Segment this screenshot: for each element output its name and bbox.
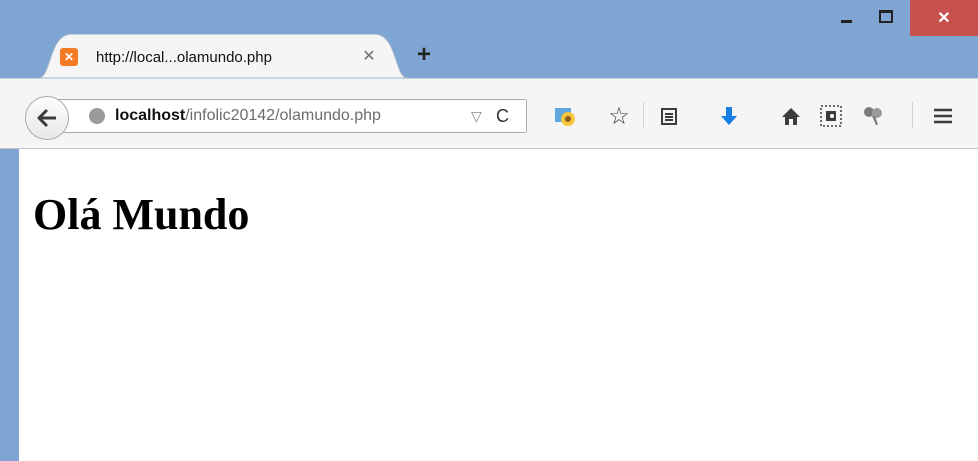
download-icon[interactable] [714,101,744,131]
nav-toolbar: localhost/infolic20142/olamundo.php ▽ C … [0,78,978,149]
url-host: localhost [115,107,186,124]
window-left-border [0,149,19,461]
browser-window: ✕ ✕ http://local...olamundo.php ✕ + loca… [0,0,978,461]
minimize-button[interactable] [826,0,866,33]
browser-tab[interactable]: ✕ http://local...olamundo.php ✕ [38,34,408,78]
url-text: localhost/infolic20142/olamundo.php [115,107,381,125]
history-dropmarker-icon[interactable]: ▽ [471,108,482,125]
close-icon: ✕ [937,10,951,27]
bookmark-star-icon[interactable]: ☆ [604,101,634,131]
close-window-button[interactable]: ✕ [910,0,978,36]
page-content: Olá Mundo [19,149,978,461]
toolbar-separator [643,102,644,128]
shield-addon-icon[interactable] [858,101,888,131]
minimize-icon [840,20,852,23]
home-icon[interactable] [776,101,806,131]
reload-icon[interactable]: C [496,106,509,127]
back-button[interactable] [25,96,69,140]
xampp-favicon-icon: ✕ [60,48,78,66]
evernote-icon[interactable] [816,101,846,131]
maximize-button[interactable] [866,0,906,33]
toolbar-separator [912,102,913,128]
addon-icon[interactable] [550,101,580,131]
globe-icon [89,108,105,124]
reading-list-icon[interactable] [654,101,684,131]
url-bar[interactable]: localhost/infolic20142/olamundo.php ▽ C [53,99,527,133]
tab-close-icon[interactable]: ✕ [360,46,378,66]
new-tab-button[interactable]: + [412,43,436,68]
back-arrow-icon [37,108,56,128]
page-heading: Olá Mundo [33,190,250,239]
tab-title: http://local...olamundo.php [96,49,272,66]
menu-icon[interactable] [928,101,958,131]
url-path: /infolic20142/olamundo.php [185,107,381,124]
maximize-icon [879,10,893,23]
